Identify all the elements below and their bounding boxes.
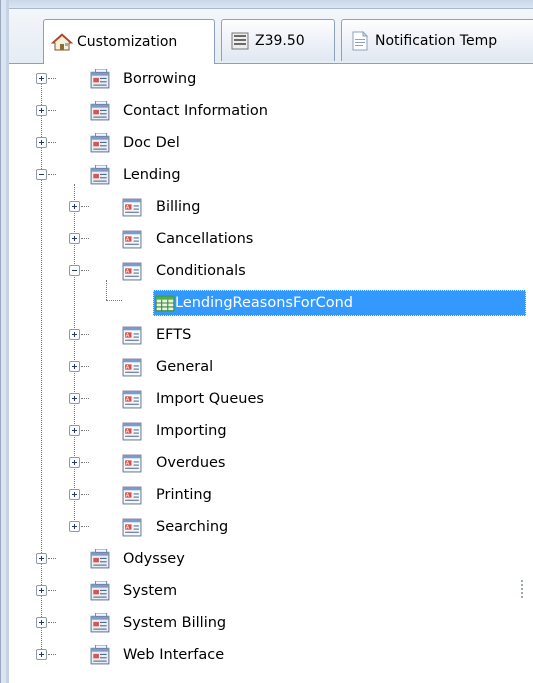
- form-icon: [122, 198, 142, 217]
- folder-form-icon: [90, 69, 110, 89]
- tree-item-label: System: [123, 583, 178, 599]
- expand-icon[interactable]: [36, 649, 47, 660]
- tab-bar: Customization Z39.50 Notification Temp: [9, 9, 533, 64]
- tree-item-doc-del[interactable]: Doc Del: [0, 128, 533, 160]
- tree-item-label: Billing: [156, 199, 201, 215]
- tree-item-efts[interactable]: EFTS: [0, 320, 533, 352]
- tree-item-label: Contact Information: [123, 103, 268, 119]
- settings-tree: A Borrowing Contact Information: [0, 64, 533, 683]
- expand-icon[interactable]: [69, 521, 80, 532]
- tree-item-searching[interactable]: Searching: [0, 512, 533, 544]
- tree-item-label: Conditionals: [156, 263, 246, 279]
- folder-form-icon: [90, 101, 110, 121]
- document-icon: [349, 30, 371, 51]
- tree-item-importing[interactable]: Importing: [0, 416, 533, 448]
- tree-item-general[interactable]: General: [0, 352, 533, 384]
- tree-item-label: Import Queues: [156, 391, 264, 407]
- tree-item-web-interface[interactable]: Web Interface: [0, 640, 533, 672]
- tree-item-label: Lending: [123, 167, 181, 183]
- tree-item-label: Cancellations: [156, 231, 254, 247]
- expand-icon[interactable]: [36, 137, 47, 148]
- tab-label: Notification Temp: [375, 32, 498, 49]
- form-icon: [122, 326, 142, 345]
- expand-icon[interactable]: [36, 73, 47, 84]
- tree-item-label: LendingReasonsForCond: [175, 295, 354, 311]
- tab-label: Customization: [77, 34, 178, 50]
- folder-form-icon: [90, 133, 110, 153]
- tree-item-label: EFTS: [156, 327, 192, 343]
- tree-item-label: Odyssey: [123, 551, 185, 567]
- expand-icon[interactable]: [69, 361, 80, 372]
- expand-icon[interactable]: [69, 489, 80, 500]
- form-icon: [122, 262, 142, 281]
- expand-icon[interactable]: [69, 457, 80, 468]
- form-icon: [122, 390, 142, 409]
- home-icon: [50, 32, 74, 52]
- folder-form-icon: [90, 581, 110, 601]
- tree-item-odyssey[interactable]: Odyssey: [0, 544, 533, 576]
- table-icon: [155, 295, 175, 312]
- form-icon: [122, 358, 142, 377]
- form-icon: [122, 454, 142, 473]
- expand-icon[interactable]: [69, 425, 80, 436]
- expand-icon[interactable]: [69, 393, 80, 404]
- tree-item-label: Overdues: [156, 455, 226, 471]
- tree-item-conditionals[interactable]: Conditionals: [0, 256, 533, 288]
- folder-form-icon: [90, 165, 110, 185]
- tree-item-cancellations[interactable]: Cancellations: [0, 224, 533, 256]
- tab-label: Z39.50: [255, 32, 305, 49]
- expand-icon[interactable]: [69, 233, 80, 244]
- form-icon: [122, 230, 142, 249]
- tab-customization[interactable]: Customization: [43, 19, 215, 64]
- tree-item-lending-reasons-for-cond[interactable]: LendingReasonsForCond: [0, 288, 533, 320]
- collapse-icon[interactable]: [69, 265, 80, 276]
- tree-item-billing[interactable]: Billing: [0, 192, 533, 224]
- tree-item-label: Borrowing: [123, 71, 197, 87]
- folder-form-icon: [90, 645, 110, 665]
- folder-form-icon: [90, 613, 110, 633]
- expand-icon[interactable]: [36, 585, 47, 596]
- tree-item-label: Printing: [156, 487, 212, 503]
- tab-z3950[interactable]: Z39.50: [221, 19, 335, 61]
- expand-icon[interactable]: [36, 553, 47, 564]
- selection-highlight: LendingReasonsForCond: [153, 290, 526, 316]
- expand-icon[interactable]: [36, 617, 47, 628]
- tree-item-contact-information[interactable]: Contact Information: [0, 96, 533, 128]
- tree-item-overdues[interactable]: Overdues: [0, 448, 533, 480]
- tree-item-import-queues[interactable]: Import Queues: [0, 384, 533, 416]
- splitter-grip[interactable]: [521, 580, 525, 598]
- tree-item-printing[interactable]: Printing: [0, 480, 533, 512]
- tree-item-borrowing[interactable]: Borrowing: [0, 64, 533, 96]
- tree-item-label: Searching: [156, 519, 229, 535]
- list-icon: [229, 31, 251, 51]
- tree-item-label: System Billing: [123, 615, 227, 631]
- expand-icon[interactable]: [36, 105, 47, 116]
- tree-item-system[interactable]: System: [0, 576, 533, 608]
- form-icon: [122, 518, 142, 537]
- form-icon: [122, 422, 142, 441]
- tree-item-label: Doc Del: [123, 135, 180, 151]
- form-icon: [122, 486, 142, 505]
- window-top-frame: [9, 0, 533, 9]
- expand-icon[interactable]: [69, 329, 80, 340]
- tree-item-label: Importing: [156, 423, 227, 439]
- folder-form-icon: [90, 549, 110, 569]
- tree-item-system-billing[interactable]: System Billing: [0, 608, 533, 640]
- tab-notification-templates[interactable]: Notification Temp: [341, 19, 533, 61]
- expand-icon[interactable]: [69, 201, 80, 212]
- collapse-icon[interactable]: [36, 169, 47, 180]
- tree-item-label: General: [156, 359, 214, 375]
- tree-item-lending[interactable]: Lending: [0, 160, 533, 192]
- tree-item-label: Web Interface: [123, 647, 225, 663]
